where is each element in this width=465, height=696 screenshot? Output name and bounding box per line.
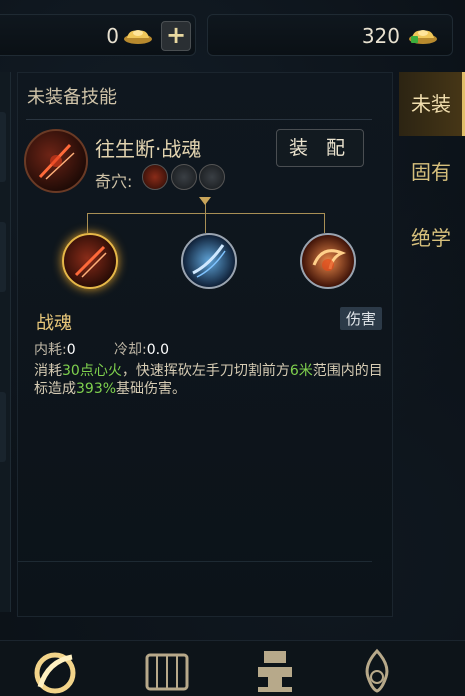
bottom-nav — [0, 640, 465, 696]
tab-ultimate[interactable]: 绝学 — [399, 206, 465, 270]
gold-currency-box: 0 + — [0, 14, 196, 56]
bound-gold-amount: 320 — [361, 24, 400, 48]
bound-gold-currency-box: 320 — [207, 14, 453, 56]
equip-button[interactable]: 装 配 — [276, 129, 364, 167]
desc-highlight: 30点心火 — [62, 363, 122, 379]
tree-connector — [87, 213, 325, 214]
tree-arrow-icon — [199, 197, 211, 205]
scroll-icon[interactable] — [141, 647, 195, 695]
desc-text: ，快速挥砍左手刀切割前方 — [121, 363, 290, 379]
desc-highlight: 393% — [76, 381, 117, 397]
add-gold-button[interactable]: + — [161, 21, 191, 51]
skill-description: 消耗30点心火，快速挥砍左手刀切割前方6米范围内的目标造成393%基础伤害。 — [34, 362, 388, 398]
skill-main-icon[interactable] — [24, 129, 88, 193]
stat-value: 0 — [66, 342, 76, 358]
desc-text: 基础伤害。 — [116, 381, 187, 397]
stat-label: 内耗: — [34, 342, 67, 358]
ice-slash-icon — [192, 244, 226, 278]
gold-ingot-icon — [124, 30, 152, 44]
tab-unequipped[interactable]: 未装 — [399, 72, 465, 136]
tab-innate[interactable]: 固有 — [399, 140, 465, 204]
fire-swirl-icon — [312, 249, 347, 271]
skill-variant-3[interactable] — [300, 233, 356, 289]
panel-title: 未装备技能 — [27, 87, 117, 108]
blade-slash-icon — [74, 245, 107, 278]
left-rail — [0, 72, 11, 612]
flame-emblem-icon[interactable] — [350, 647, 404, 695]
gold-amount: 0 — [106, 24, 119, 48]
stat-label: 冷却: — [114, 342, 147, 358]
divider — [26, 119, 372, 120]
skill-panel: 未装备技能 往生断·战魂 奇穴: 装 配 战魂 伤害 内耗:0 冷却:0.0 消… — [17, 72, 393, 617]
skill-swirl-icon[interactable] — [28, 647, 82, 695]
acupoint-slot-1[interactable] — [142, 164, 168, 190]
divider — [18, 561, 372, 562]
tree-connector — [205, 213, 206, 233]
damage-tag: 伤害 — [339, 307, 382, 330]
stat-value: 0.0 — [146, 342, 169, 358]
desc-highlight: 6米 — [289, 363, 313, 379]
anvil-icon[interactable] — [248, 647, 302, 695]
desc-text: 消耗 — [34, 363, 62, 379]
acupoint-slot-3[interactable] — [199, 164, 225, 190]
blade-slash-icon — [38, 143, 75, 180]
acupoint-slot-2[interactable] — [171, 164, 197, 190]
tree-connector — [87, 213, 88, 233]
acupoint-label: 奇穴: — [95, 172, 133, 191]
skill-variant-1[interactable] — [62, 233, 118, 289]
tree-connector — [324, 213, 325, 233]
stat-internal-cost: 内耗:0 — [34, 339, 76, 359]
skill-variant-2[interactable] — [181, 233, 237, 289]
variant-name: 战魂 — [36, 313, 72, 334]
rail-segment — [0, 222, 6, 292]
stat-cooldown: 冷却:0.0 — [114, 339, 169, 359]
rail-segment — [0, 112, 6, 182]
skill-name: 往生断·战魂 — [95, 137, 202, 161]
rail-segment — [0, 392, 6, 462]
bound-gold-ingot-icon — [409, 30, 437, 44]
